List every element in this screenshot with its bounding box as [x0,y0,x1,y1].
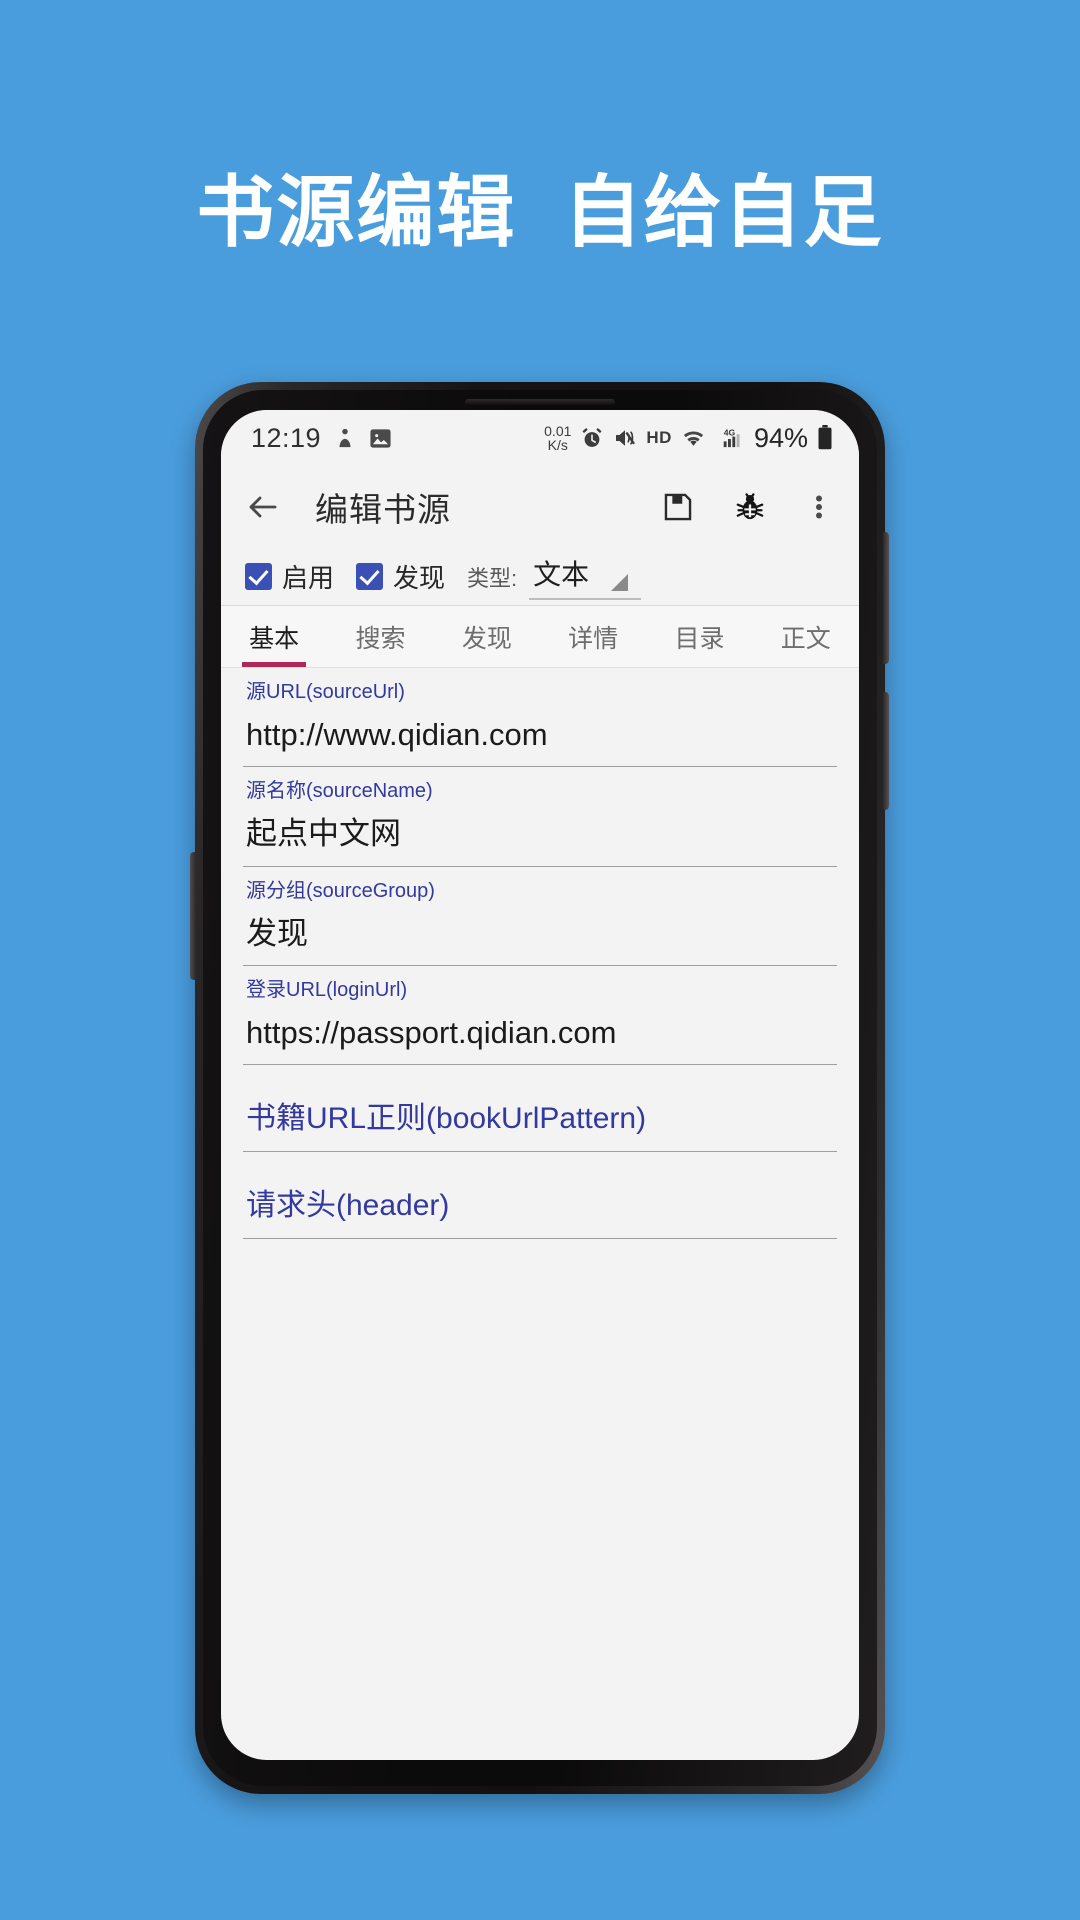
phone-screen: 12:19 0.01 K/s HD 4G 94% 编辑书源 启用 发现 类型: … [221,410,859,1760]
wifi-icon [681,427,706,450]
earpiece-speaker-icon [465,399,615,406]
app-bar-actions [661,490,833,524]
side-assistant-button[interactable] [190,852,196,980]
tab-detail[interactable]: 详情 [540,606,646,667]
network-speed-value: 0.01 [544,422,572,439]
field-label: 源URL(sourceUrl) [246,681,405,703]
tab-search[interactable]: 搜索 [327,606,433,667]
field-header[interactable]: 请求头(header) [243,1152,837,1240]
status-time: 12:19 [251,422,322,453]
tab-label: 正文 [780,624,831,653]
options-row: 启用 发现 类型: 文本 [221,548,859,606]
source-group-input[interactable]: 发现 [243,905,837,965]
page-title: 书源编辑 自给自足 [196,168,884,256]
tab-toc[interactable]: 目录 [646,606,752,667]
source-url-input[interactable]: http://www.qidian.com [243,706,837,766]
type-spinner[interactable]: 文本 [529,553,642,600]
field-label: 源名称(sourceName) [246,780,433,803]
tab-label: 发现 [461,624,512,653]
mute-icon [613,426,637,450]
network-speed-indicator: 0.01 K/s [544,422,572,453]
checkbox-enable[interactable]: 启用 [245,558,334,595]
network-speed-unit: K/s [547,437,568,453]
tab-label: 基本 [249,624,300,653]
tab-discover[interactable]: 发现 [434,606,540,667]
tab-label: 搜索 [355,624,406,653]
volume-button[interactable] [883,692,889,810]
screenshot-image-icon [369,427,392,450]
checkbox-enable-label: 启用 [282,563,335,593]
back-arrow-icon[interactable] [245,489,281,525]
field-login-url[interactable]: 登录URL(loginUrl) https://passport.qidian.… [243,966,837,1066]
phone-bezel: 12:19 0.01 K/s HD 4G 94% 编辑书源 启用 发现 类型: … [203,390,877,1786]
tab-label: 详情 [568,624,619,653]
download-manager-icon [334,427,356,449]
hd-icon: HD [646,428,672,447]
tab-content[interactable]: 正文 [753,606,859,667]
svg-text:4G: 4G [724,427,736,437]
checkbox-discover-box[interactable] [356,563,384,590]
field-label: 源分组(sourceGroup) [246,879,435,902]
type-label: 类型: [467,565,518,591]
field-source-url[interactable]: 源URL(sourceUrl) http://www.qidian.com [243,668,837,768]
chevron-down-icon [611,574,629,591]
header-input[interactable]: 请求头(header) [243,1186,837,1238]
source-edit-form: 源URL(sourceUrl) http://www.qidian.com 源名… [221,668,859,1240]
overflow-menu-icon[interactable] [805,490,833,524]
field-source-name[interactable]: 源名称(sourceName) 起点中文网 [243,767,837,867]
tab-label: 目录 [674,624,725,653]
app-bar: 编辑书源 [221,466,859,548]
field-label: 登录URL(loginUrl) [246,978,408,1001]
phone-mockup: 12:19 0.01 K/s HD 4G 94% 编辑书源 启用 发现 类型: … [190,382,889,1794]
field-book-url-pattern[interactable]: 书籍URL正则(bookUrlPattern) [243,1065,837,1153]
battery-icon [817,425,833,451]
app-bar-title: 编辑书源 [315,491,451,528]
bug-debug-icon[interactable] [733,490,767,524]
floppy-save-icon[interactable] [661,490,695,524]
login-url-input[interactable]: https://passport.qidian.com [243,1004,837,1064]
power-button[interactable] [883,532,889,664]
alarm-icon [580,426,604,450]
checkbox-discover-label: 发现 [393,563,446,593]
tab-bar: 基本 搜索 发现 详情 目录 正文 [221,606,859,668]
checkbox-enable-box[interactable] [245,563,272,590]
source-name-input[interactable]: 起点中文网 [243,805,837,865]
type-spinner-value: 文本 [533,559,590,590]
battery-percent-label: 94% [753,422,808,453]
status-bar: 12:19 0.01 K/s HD 4G 94% [221,410,859,466]
checkbox-discover[interactable]: 发现 [356,558,445,595]
field-source-group[interactable]: 源分组(sourceGroup) 发现 [243,867,837,966]
signal-4g-icon: 4G [715,427,742,450]
tab-basic[interactable]: 基本 [221,606,327,667]
book-url-pattern-input[interactable]: 书籍URL正则(bookUrlPattern) [243,1099,837,1151]
